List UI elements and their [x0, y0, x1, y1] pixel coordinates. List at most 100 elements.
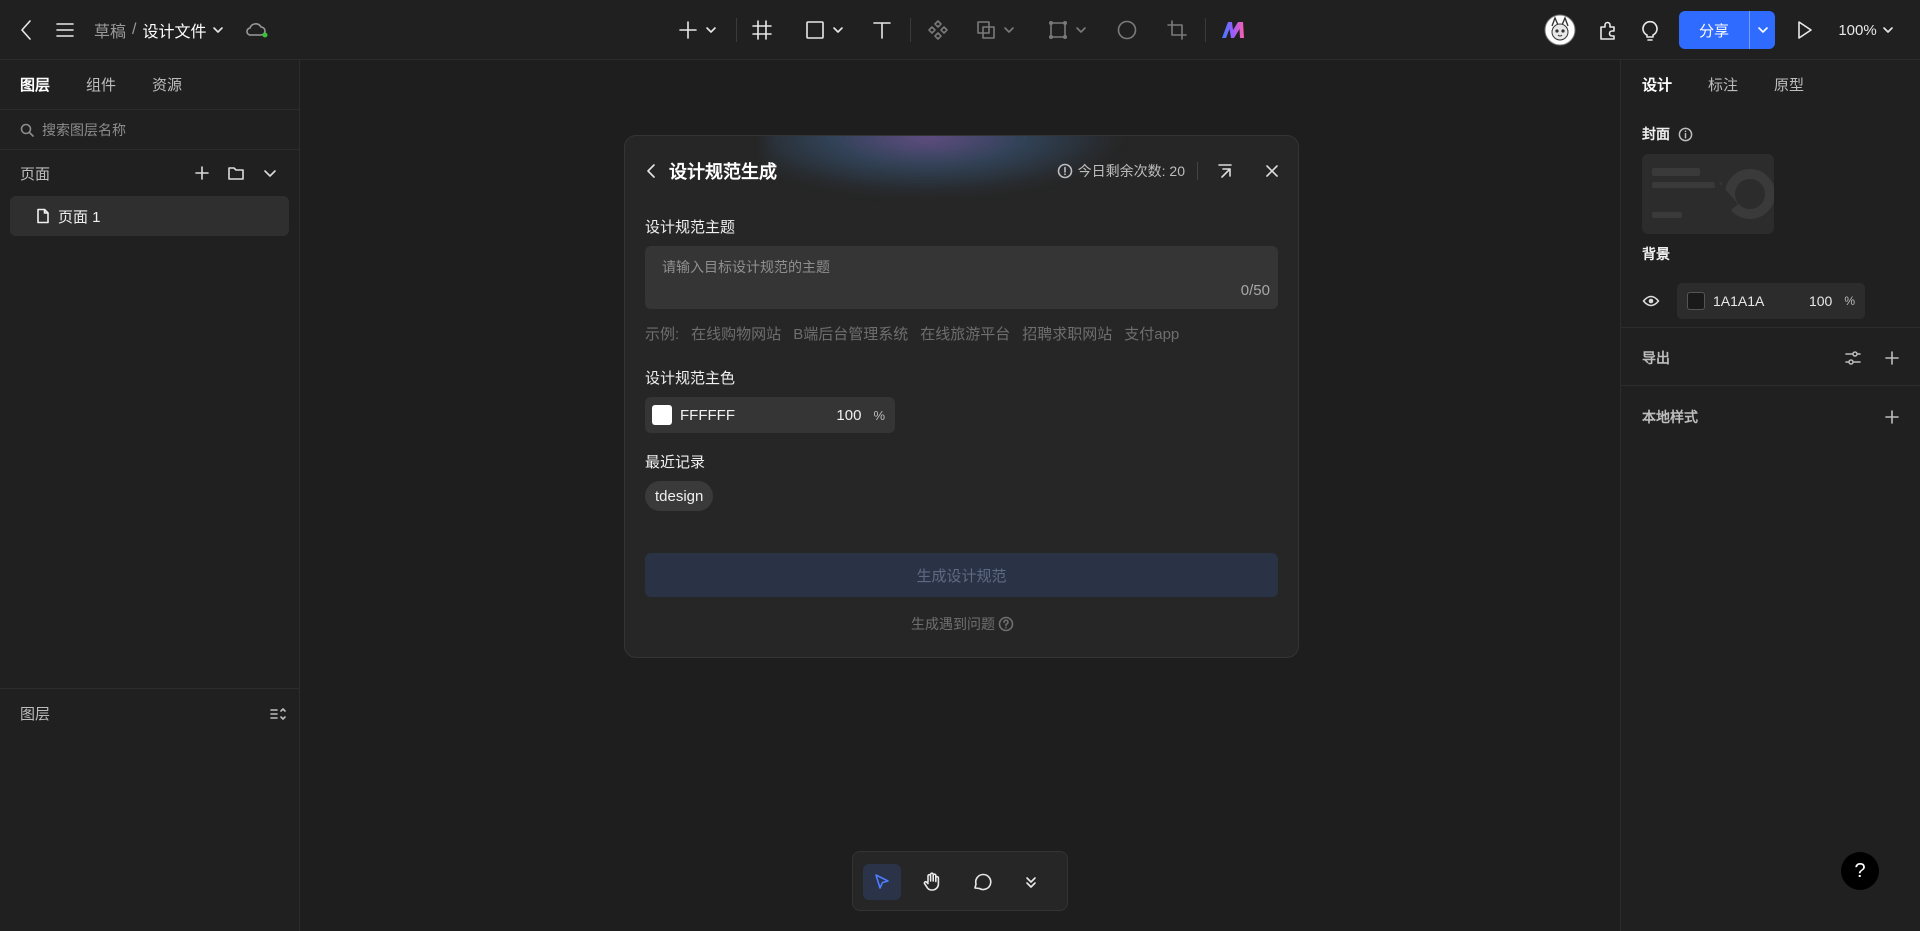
background-hex[interactable]: 1A1A1A: [1713, 293, 1764, 309]
color-opacity[interactable]: 100: [836, 407, 861, 424]
bottom-toolbar: [852, 851, 1068, 911]
top-toolbar: 草稿 / 设计文件 分享 100%: [0, 0, 1920, 60]
pages-header: 页面: [0, 150, 299, 196]
percent-sign: %: [1844, 294, 1855, 308]
ai-logo-icon[interactable]: [1218, 16, 1248, 44]
examples-row: 示例: 在线购物网站 B端后台管理系统 在线旅游平台 招聘求职网站 支付app: [645, 323, 1179, 344]
chevron-down-icon[interactable]: [212, 24, 224, 36]
plugin-icon[interactable]: [1594, 16, 1622, 44]
dialog-title: 设计规范生成: [669, 162, 777, 182]
layer-search[interactable]: 搜索图层名称: [0, 110, 299, 150]
close-icon[interactable]: [1264, 163, 1280, 179]
file-name[interactable]: 设计文件: [142, 18, 206, 42]
example-item[interactable]: 支付app: [1124, 323, 1179, 344]
right-panel: 设计 标注 原型 封面 背景 1A1A1A 100 % 导出 本地样式: [1620, 60, 1920, 931]
lightbulb-icon[interactable]: [1636, 16, 1664, 44]
example-item[interactable]: B端后台管理系统: [793, 323, 908, 344]
generate-button[interactable]: 生成设计规范: [645, 553, 1278, 597]
more-tools-chevron-icon[interactable]: [1013, 864, 1049, 900]
example-item[interactable]: 在线购物网站: [691, 323, 781, 344]
dialog-header: 设计规范生成 今日剩余次数: 20: [645, 156, 1280, 186]
tab-prototype[interactable]: 原型: [1774, 74, 1804, 95]
zoom-control[interactable]: 100%: [1836, 16, 1896, 44]
tab-annotation[interactable]: 标注: [1708, 74, 1738, 95]
hand-tool-icon[interactable]: [913, 864, 951, 900]
add-export-icon[interactable]: [1884, 350, 1900, 366]
boolean-union-icon: [975, 19, 997, 41]
comment-tool-icon[interactable]: [963, 864, 1001, 900]
play-icon[interactable]: [1790, 16, 1818, 44]
avatar[interactable]: [1543, 13, 1577, 47]
help-button[interactable]: ?: [1841, 852, 1879, 890]
info-icon[interactable]: [1678, 127, 1693, 142]
vector-tool[interactable]: [1044, 16, 1090, 44]
search-input[interactable]: 搜索图层名称: [42, 120, 126, 140]
tab-layers[interactable]: 图层: [20, 74, 50, 95]
breadcrumb-separator: /: [132, 21, 137, 38]
page-name: 页面 1: [58, 208, 101, 226]
chevron-down-icon: [705, 24, 717, 36]
help-link[interactable]: 生成遇到问题: [625, 614, 1298, 634]
local-styles-row: 本地样式: [1642, 405, 1900, 429]
design-spec-dialog: 设计规范生成 今日剩余次数: 20 设计规范主题 请输入目标设计规范的主题 0/…: [624, 135, 1299, 658]
open-external-icon[interactable]: [1216, 162, 1234, 180]
add-style-icon[interactable]: [1884, 409, 1900, 425]
text-tool-icon[interactable]: [868, 16, 896, 44]
example-item[interactable]: 在线旅游平台: [920, 323, 1010, 344]
export-settings-icon[interactable]: [1844, 350, 1862, 366]
left-sidebar: 图层 组件 资源 搜索图层名称 页面 页面 1 图层: [0, 60, 300, 931]
char-counter: 0/50: [1240, 282, 1270, 299]
examples-label: 示例:: [645, 326, 680, 343]
insert-tool[interactable]: [672, 16, 722, 44]
menu-icon[interactable]: [52, 16, 78, 44]
share-label[interactable]: 分享: [1679, 11, 1749, 49]
pointer-tool-icon[interactable]: [863, 864, 901, 900]
example-item[interactable]: 招聘求职网站: [1022, 323, 1112, 344]
boolean-tool[interactable]: [972, 16, 1018, 44]
folder-icon[interactable]: [219, 165, 253, 181]
breadcrumb-parent[interactable]: 草稿: [94, 18, 126, 42]
share-button[interactable]: 分享: [1679, 11, 1775, 49]
percent-sign: %: [873, 407, 885, 423]
color-swatch[interactable]: [652, 405, 672, 425]
visibility-eye-icon[interactable]: [1642, 290, 1666, 312]
page-file-icon: [36, 208, 50, 224]
crop-icon[interactable]: [1163, 16, 1191, 44]
color-hex[interactable]: FFFFFF: [680, 407, 735, 424]
back-icon[interactable]: [645, 162, 657, 180]
tab-components[interactable]: 组件: [86, 74, 116, 95]
layer-sort-icon[interactable]: [269, 706, 287, 722]
mask-circle-icon[interactable]: [1113, 16, 1141, 44]
tab-design[interactable]: 设计: [1642, 74, 1672, 95]
vector-nodes-icon: [1047, 19, 1069, 41]
recent-chip[interactable]: tdesign: [645, 481, 714, 511]
frame-tool-icon[interactable]: [748, 16, 776, 44]
quota-info: 今日剩余次数: 20: [1057, 161, 1185, 181]
primary-color-field[interactable]: FFFFFF 100 %: [645, 397, 895, 433]
cover-thumbnail[interactable]: [1642, 154, 1774, 234]
background-swatch[interactable]: [1687, 292, 1705, 310]
help-text[interactable]: 生成遇到问题: [911, 614, 995, 634]
info-icon: [1057, 163, 1073, 179]
left-tabs: 图层 组件 资源: [0, 60, 299, 110]
theme-placeholder: 请输入目标设计规范的主题: [662, 259, 830, 275]
pages-title: 页面: [20, 165, 51, 183]
theme-label: 设计规范主题: [645, 219, 736, 236]
cloud-saved-icon: [244, 18, 270, 42]
page-item[interactable]: 页面 1: [10, 196, 289, 236]
background-header: 背景: [1642, 243, 1900, 265]
background-opacity[interactable]: 100: [1809, 293, 1832, 309]
question-circle-icon[interactable]: [998, 616, 1014, 632]
back-icon[interactable]: [14, 16, 38, 44]
tab-assets[interactable]: 资源: [152, 74, 182, 95]
collapse-pages-chevron-icon[interactable]: [253, 165, 287, 181]
share-options-chevron-icon[interactable]: [1749, 11, 1775, 49]
search-icon: [20, 123, 34, 137]
add-page-icon[interactable]: [185, 165, 219, 181]
component-icon[interactable]: [924, 16, 952, 44]
chevron-down-icon: [1882, 24, 1894, 36]
background-color-field[interactable]: 1A1A1A 100 %: [1677, 283, 1865, 319]
right-tabs: 设计 标注 原型: [1621, 60, 1920, 108]
theme-input[interactable]: 请输入目标设计规范的主题 0/50: [645, 246, 1278, 309]
rectangle-tool[interactable]: [800, 16, 848, 44]
